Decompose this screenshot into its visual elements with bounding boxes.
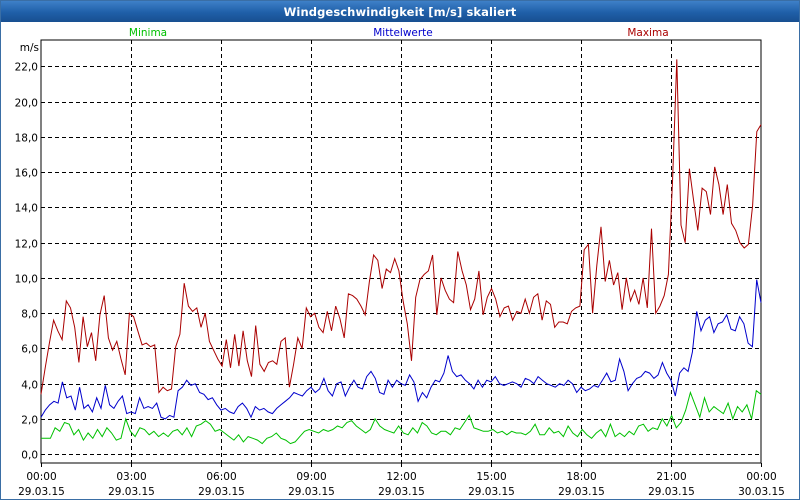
y-tick-label: 4,0 <box>21 380 38 392</box>
x-tick-date: 29.03.15 <box>558 486 605 498</box>
legend-maxima: Maxima <box>627 27 668 39</box>
x-tick-time: 00:00 <box>746 471 776 483</box>
y-tick-label: 6,0 <box>21 344 38 356</box>
x-tick-date: 29.03.15 <box>198 486 245 498</box>
y-axis-label: m/s <box>20 42 39 54</box>
y-tick-label: 8,0 <box>21 309 38 321</box>
x-tick-time: 18:00 <box>566 471 596 483</box>
y-tick-label: 0,0 <box>21 450 38 462</box>
legend-minima: Minima <box>129 27 167 39</box>
y-tick-label: 20,0 <box>15 98 38 110</box>
y-tick-label: 2,0 <box>21 415 38 427</box>
x-tick-time: 00:00 <box>26 471 56 483</box>
x-tick-date: 29.03.15 <box>108 486 155 498</box>
x-tick-date: 29.03.15 <box>18 486 65 498</box>
x-tick-time: 12:00 <box>386 471 416 483</box>
x-tick-time: 06:00 <box>206 471 236 483</box>
y-tick-label: 22,0 <box>15 62 38 74</box>
x-tick-date: 29.03.15 <box>468 486 515 498</box>
legend-mittelwerte: Mittelwerte <box>373 27 433 39</box>
x-tick-time: 09:00 <box>296 471 326 483</box>
x-tick-date: 29.03.15 <box>288 486 335 498</box>
y-tick-label: 14,0 <box>15 203 38 215</box>
y-tick-label: 18,0 <box>15 133 38 145</box>
x-tick-time: 21:00 <box>656 471 686 483</box>
y-tick-label: 10,0 <box>15 274 38 286</box>
x-tick-time: 03:00 <box>116 471 146 483</box>
x-tick-date: 29.03.15 <box>648 486 695 498</box>
y-tick-label: 12,0 <box>15 239 38 251</box>
wind-speed-chart: 0,0 2,0 4,0 6,0 8,0 10,0 12,0 14,0 16,0 18,0 20,0 2… <box>15 27 785 498</box>
chart-window: Windgeschwindigkeit [m/s] skaliert 0,0 2,… <box>0 0 800 500</box>
x-tick-time: 15:00 <box>476 471 506 483</box>
x-tick-date: 30.03.15 <box>738 486 785 498</box>
x-tick-date: 29.03.15 <box>378 486 425 498</box>
y-tick-label: 16,0 <box>15 168 38 180</box>
